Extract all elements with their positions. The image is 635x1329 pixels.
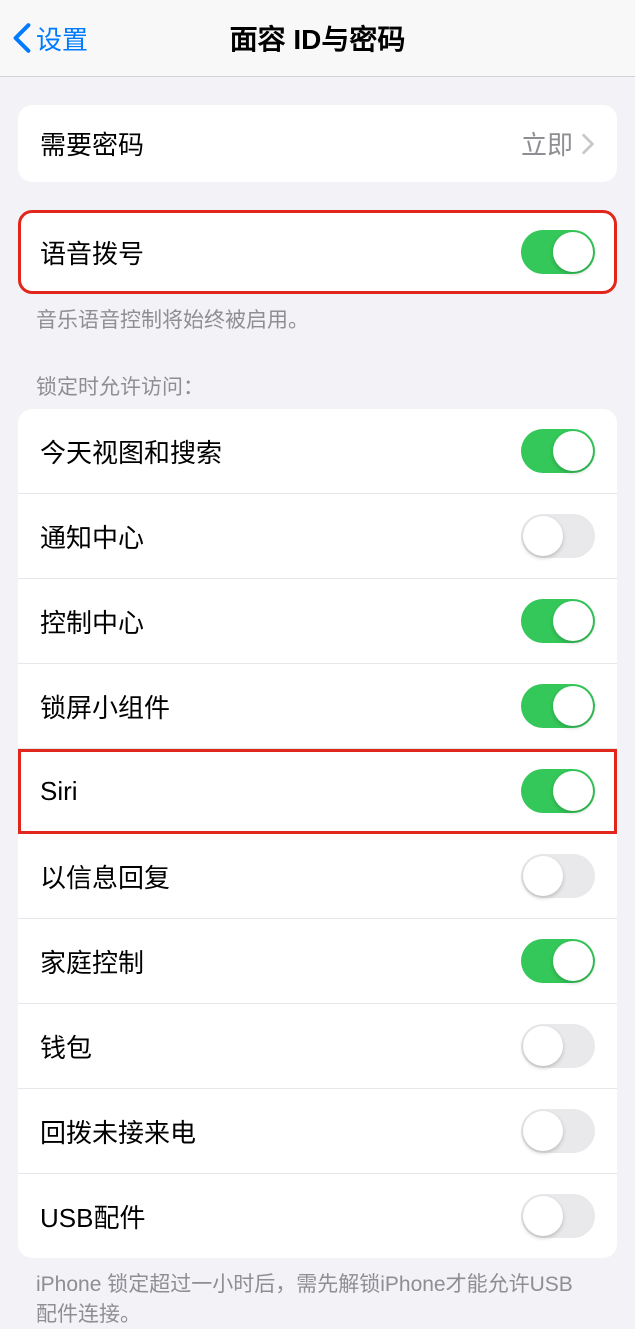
lock-access-label: 通知中心 xyxy=(40,518,144,555)
toggle-knob xyxy=(553,232,593,272)
voice-dial-label: 语音拨号 xyxy=(40,234,144,271)
lock-access-toggle[interactable] xyxy=(521,599,595,643)
toggle-knob xyxy=(523,516,563,556)
lock-access-label: 今天视图和搜索 xyxy=(40,433,222,470)
lock-access-label: 锁屏小组件 xyxy=(40,688,170,725)
lock-access-label: Siri xyxy=(40,776,78,807)
lock-access-row: 控制中心 xyxy=(18,579,617,664)
require-passcode-label: 需要密码 xyxy=(40,125,144,162)
toggle-knob xyxy=(523,1196,563,1236)
lock-access-row: Siri xyxy=(18,749,617,834)
lock-access-toggle[interactable] xyxy=(521,769,595,813)
lock-access-header: 锁定时允许访问： xyxy=(0,363,635,409)
toggle-knob xyxy=(553,601,593,641)
voice-dial-group: 语音拨号 xyxy=(18,210,617,294)
lock-access-row: 回拨未接来电 xyxy=(18,1089,617,1174)
toggle-knob xyxy=(523,856,563,896)
lock-access-toggle[interactable] xyxy=(521,684,595,728)
lock-access-toggle[interactable] xyxy=(521,939,595,983)
require-passcode-value-text: 立即 xyxy=(521,125,573,162)
toggle-knob xyxy=(553,686,593,726)
voice-dial-row: 语音拨号 xyxy=(18,210,617,294)
lock-access-toggle[interactable] xyxy=(521,1109,595,1153)
chevron-right-icon xyxy=(581,133,595,155)
toggle-knob xyxy=(523,1111,563,1151)
lock-access-label: USB配件 xyxy=(40,1198,145,1235)
toggle-knob xyxy=(523,1026,563,1066)
lock-access-row: 家庭控制 xyxy=(18,919,617,1004)
lock-access-toggle[interactable] xyxy=(521,854,595,898)
require-passcode-row[interactable]: 需要密码 立即 xyxy=(18,105,617,182)
chevron-left-icon xyxy=(12,22,32,54)
passcode-group: 需要密码 立即 xyxy=(18,105,617,182)
toggle-knob xyxy=(553,941,593,981)
lock-access-row: 钱包 xyxy=(18,1004,617,1089)
lock-access-toggle[interactable] xyxy=(521,429,595,473)
lock-access-toggle[interactable] xyxy=(521,514,595,558)
lock-access-row: 以信息回复 xyxy=(18,834,617,919)
lock-access-label: 控制中心 xyxy=(40,603,144,640)
lock-access-group: 今天视图和搜索通知中心控制中心锁屏小组件 Siri 以信息回复家庭控制钱包回拨未接来… xyxy=(18,409,617,1258)
page-title: 面容 ID与密码 xyxy=(230,18,406,58)
lock-access-row: USB配件 xyxy=(18,1174,617,1258)
back-button[interactable]: 设置 xyxy=(0,20,88,57)
back-label: 设置 xyxy=(36,20,88,57)
nav-header: 设置 面容 ID与密码 xyxy=(0,0,635,77)
voice-dial-toggle[interactable] xyxy=(521,230,595,274)
lock-access-toggle[interactable] xyxy=(521,1194,595,1238)
lock-access-label: 回拨未接来电 xyxy=(40,1113,196,1150)
toggle-knob xyxy=(553,431,593,471)
lock-access-row: 通知中心 xyxy=(18,494,617,579)
lock-access-row: 锁屏小组件 xyxy=(18,664,617,749)
lock-access-label: 钱包 xyxy=(40,1028,92,1065)
lock-access-toggle[interactable] xyxy=(521,1024,595,1068)
lock-access-label: 家庭控制 xyxy=(40,943,144,980)
lock-access-row: 今天视图和搜索 xyxy=(18,409,617,494)
lock-access-footer: iPhone 锁定超过一小时后，需先解锁iPhone才能允许USB 配件连接。 xyxy=(0,1258,635,1329)
voice-dial-footer: 音乐语音控制将始终被启用。 xyxy=(0,294,635,335)
require-passcode-value: 立即 xyxy=(521,125,595,162)
toggle-knob xyxy=(553,771,593,811)
lock-access-label: 以信息回复 xyxy=(40,858,170,895)
